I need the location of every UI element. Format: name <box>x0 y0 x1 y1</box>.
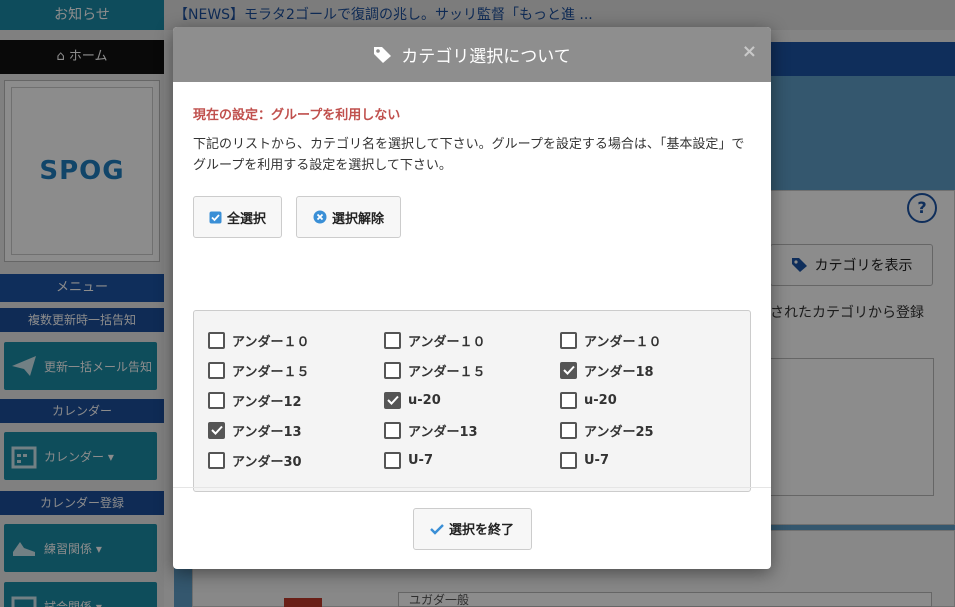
category-option[interactable]: アンダー12 <box>208 385 384 415</box>
modal-body: 現在の設定：グループを利用しない 下記のリストから、カテゴリ名を選択して下さい。… <box>173 82 771 492</box>
modal-header: カテゴリ選択について × <box>173 27 771 82</box>
category-option[interactable]: U-7 <box>384 445 560 475</box>
checkbox-unchecked[interactable] <box>384 331 401 349</box>
modal-title: カテゴリ選択について <box>401 47 571 67</box>
checkbox-icon <box>209 211 222 224</box>
category-label: アンダー12 <box>232 394 302 410</box>
category-option[interactable]: アンダー１５ <box>208 355 384 385</box>
instruction-text: 下記のリストから、カテゴリ名を選択して下さい。グループを設定する場合は、「基本設… <box>193 137 745 173</box>
checkbox-checked[interactable] <box>384 391 401 409</box>
category-label: u-20 <box>584 392 617 408</box>
category-label: アンダー13 <box>408 424 478 440</box>
category-option[interactable]: アンダー１０ <box>384 325 560 355</box>
finish-selection-label: 選択を終了 <box>448 523 514 538</box>
checkbox-unchecked[interactable] <box>560 451 577 469</box>
category-label: アンダー１５ <box>232 364 310 380</box>
category-option[interactable]: アンダー13 <box>208 415 384 445</box>
tags-icon <box>373 46 395 64</box>
category-option[interactable]: u-20 <box>560 385 736 415</box>
clear-selection-label: 選択解除 <box>331 211 384 227</box>
checkbox-unchecked[interactable] <box>208 391 225 409</box>
select-all-label: 全選択 <box>226 211 266 227</box>
category-option[interactable]: アンダー30 <box>208 445 384 475</box>
category-label: アンダー25 <box>584 424 654 440</box>
checkbox-unchecked[interactable] <box>560 391 577 409</box>
category-list-box: アンダー１０ アンダー１０ アンダー１０ アンダー１５ アンダー１５ アンダー18 アンダー… <box>193 310 751 492</box>
category-option[interactable]: U-7 <box>560 445 736 475</box>
times-circle-icon <box>313 210 327 224</box>
selection-button-row: 全選択 選択解除 <box>193 196 751 238</box>
category-label: アンダー１５ <box>408 364 486 380</box>
category-option[interactable]: アンダー１０ <box>560 325 736 355</box>
category-grid: アンダー１０ アンダー１０ アンダー１０ アンダー１５ アンダー１５ アンダー18 アンダー… <box>208 325 736 475</box>
category-option[interactable]: アンダー18 <box>560 355 736 385</box>
checkbox-unchecked[interactable] <box>560 331 577 349</box>
category-select-modal: カテゴリ選択について × 現在の設定：グループを利用しない 下記のリストから、カ… <box>173 27 771 569</box>
category-label: アンダー１０ <box>584 334 662 350</box>
checkbox-unchecked[interactable] <box>384 451 401 469</box>
clear-selection-button[interactable]: 選択解除 <box>296 196 401 238</box>
category-label: アンダー１０ <box>408 334 486 350</box>
category-option[interactable]: アンダー１０ <box>208 325 384 355</box>
category-label: アンダー13 <box>232 424 302 440</box>
category-label: U-7 <box>408 452 433 468</box>
category-option[interactable]: アンダー25 <box>560 415 736 445</box>
checkbox-checked[interactable] <box>560 361 577 379</box>
category-label: アンダー30 <box>232 454 302 470</box>
finish-selection-button[interactable]: 選択を終了 <box>412 507 532 550</box>
checkbox-checked[interactable] <box>208 421 225 439</box>
current-setting-text: 現在の設定：グループを利用しない <box>193 108 401 123</box>
modal-footer: 選択を終了 <box>173 487 771 569</box>
select-all-button[interactable]: 全選択 <box>193 196 282 238</box>
checkbox-unchecked[interactable] <box>208 451 225 469</box>
category-option[interactable]: u-20 <box>384 385 560 415</box>
category-label: アンダー１０ <box>232 334 310 350</box>
checkbox-unchecked[interactable] <box>384 361 401 379</box>
category-option[interactable]: アンダー１５ <box>384 355 560 385</box>
checkbox-unchecked[interactable] <box>384 421 401 439</box>
category-option[interactable]: アンダー13 <box>384 415 560 445</box>
checkbox-unchecked[interactable] <box>560 421 577 439</box>
checkbox-unchecked[interactable] <box>208 361 225 379</box>
check-icon <box>430 523 444 535</box>
category-label: アンダー18 <box>584 364 654 380</box>
category-label: u-20 <box>408 392 441 408</box>
close-icon[interactable]: × <box>742 41 757 62</box>
checkbox-unchecked[interactable] <box>208 331 225 349</box>
category-label: U-7 <box>584 452 609 468</box>
